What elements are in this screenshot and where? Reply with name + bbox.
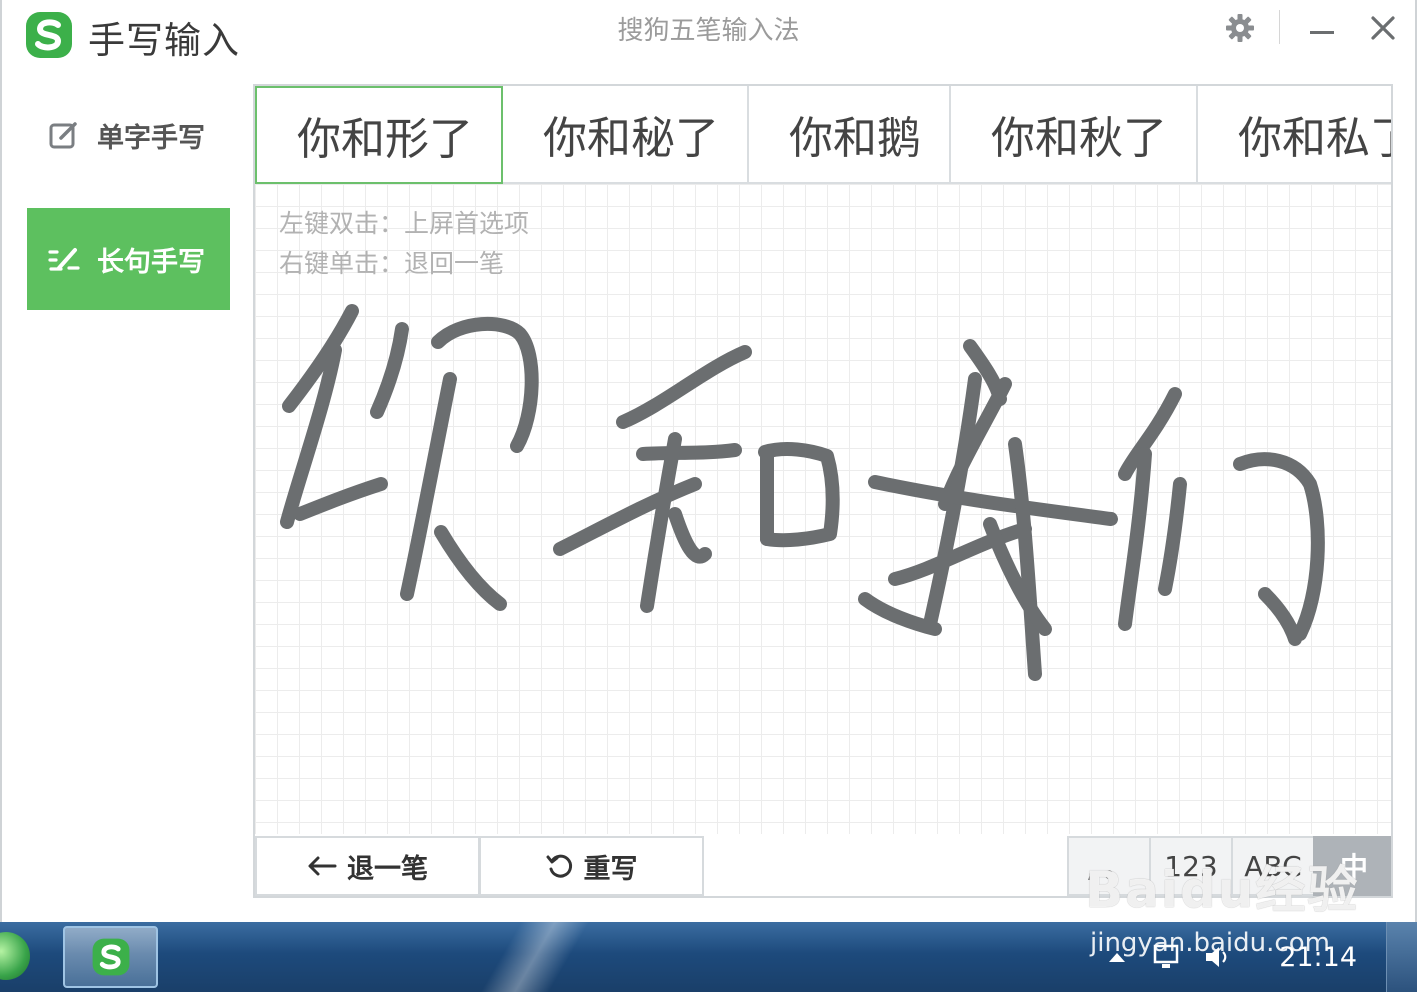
candidate-item[interactable]: 你和私了	[1198, 86, 1391, 184]
candidate-item[interactable]: 你和秋了	[951, 86, 1198, 184]
candidate-bar: 你和形了 你和秘了 你和鹅 你和秋了 你和私了	[255, 86, 1391, 184]
start-button[interactable]	[0, 932, 30, 980]
taskbar-clock[interactable]: 21:14	[1279, 942, 1357, 973]
minimize-icon[interactable]	[1298, 4, 1346, 52]
candidate-text: 你和鹅	[789, 113, 921, 164]
candidate-item[interactable]: 你和形了	[255, 86, 503, 184]
refresh-icon	[546, 854, 572, 878]
edit-icon	[47, 118, 81, 152]
undo-stroke-button[interactable]: 退一笔	[255, 836, 480, 896]
mode-chinese[interactable]: 中	[1313, 836, 1391, 896]
titlebar-divider	[1279, 10, 1280, 44]
tray-expand-icon[interactable]	[1099, 939, 1135, 975]
sidebar-item-label: 长句手写	[97, 246, 205, 278]
volume-icon[interactable]	[1199, 939, 1235, 975]
sentence-handwriting-icon	[47, 242, 81, 276]
taskbar-glare	[470, 922, 600, 992]
rewrite-label: 重写	[583, 853, 638, 885]
candidate-text: 你和秋了	[991, 113, 1167, 164]
handwritten-strokes	[280, 304, 1325, 681]
sidebar-item-label: 单字手写	[97, 122, 205, 154]
mode-letters[interactable]: ABC	[1231, 836, 1313, 896]
system-tray: 21:14	[1099, 922, 1357, 992]
sogou-logo-icon	[92, 938, 129, 976]
arrow-left-icon	[308, 856, 337, 876]
taskbar-app-sogou[interactable]	[63, 926, 158, 988]
bottom-toolbar: 退一笔 重写 , 。 123 ABC 中	[255, 834, 1391, 896]
network-icon[interactable]	[1149, 939, 1185, 975]
undo-label: 退一笔	[347, 853, 428, 885]
candidate-text: 你和形了	[297, 114, 473, 165]
sidebar-item-single-char[interactable]: 单字手写	[27, 84, 230, 186]
close-icon[interactable]	[1359, 4, 1407, 52]
mode-numbers[interactable]: 123	[1149, 836, 1231, 896]
input-mode-group: , 。 123 ABC 中	[1067, 836, 1391, 896]
handwriting-window: 手写输入 搜狗五笔输入法 单字手写 长句手写 你和形了 你和秘了 你和鹅 你和秋…	[0, 0, 1417, 922]
candidate-text: 你和秘了	[543, 113, 719, 164]
taskbar: 21:14	[0, 922, 1417, 992]
gear-icon[interactable]	[1216, 4, 1264, 52]
show-desktop-button[interactable]	[1386, 922, 1417, 992]
mode-punctuation[interactable]: , 。	[1067, 836, 1149, 896]
window-caption: 搜狗五笔输入法	[617, 16, 800, 46]
rewrite-button[interactable]: 重写	[479, 836, 704, 896]
sidebar-item-long-sentence[interactable]: 长句手写	[27, 208, 230, 310]
candidate-item[interactable]: 你和鹅	[749, 86, 951, 184]
handwriting-panel: 你和形了 你和秘了 你和鹅 你和秋了 你和私了 左键双击：上屏首选项 右键单击：…	[253, 84, 1393, 898]
title-bar[interactable]: 手写输入 搜狗五笔输入法	[2, 0, 1415, 78]
candidate-item[interactable]: 你和秘了	[503, 86, 749, 184]
writing-canvas[interactable]: 左键双击：上屏首选项 右键单击：退回一笔	[255, 184, 1391, 834]
candidate-text: 你和私了	[1238, 113, 1391, 164]
